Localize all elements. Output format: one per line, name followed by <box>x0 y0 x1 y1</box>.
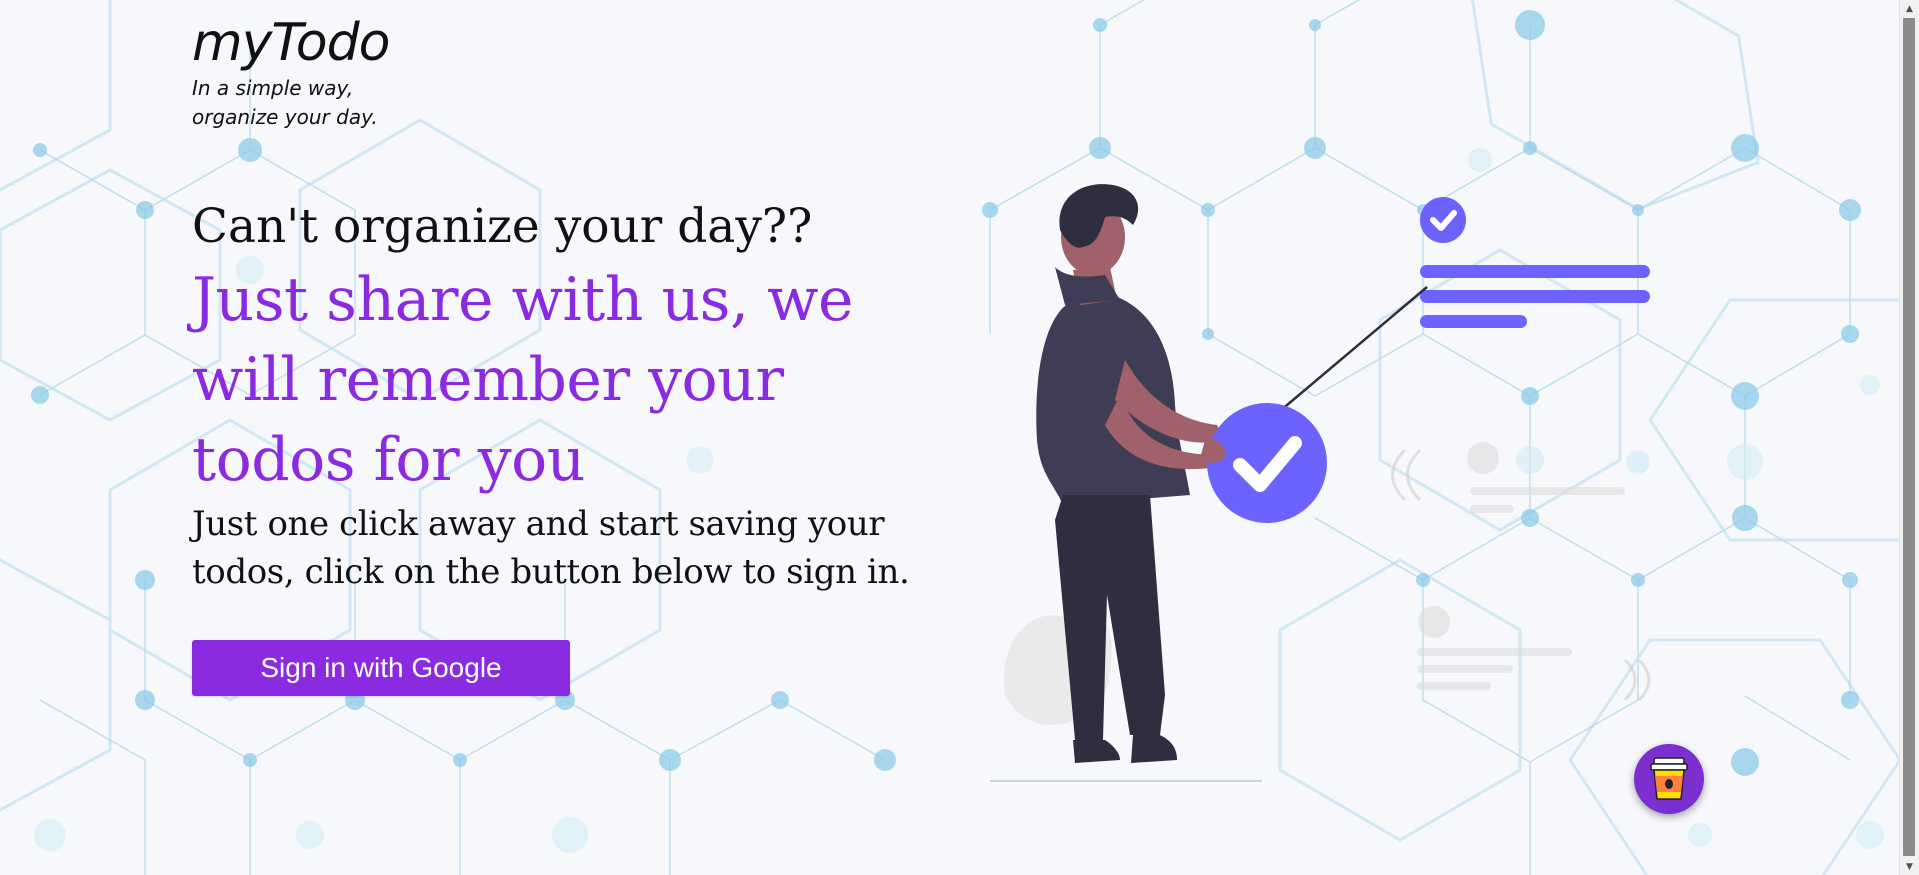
scroll-down-arrow-icon[interactable]: ▼ <box>1900 858 1919 875</box>
hero-question: Can't organize your day?? <box>192 199 813 254</box>
connector-line <box>1279 286 1428 412</box>
hero-subtext: Just one click away and start saving you… <box>192 504 910 592</box>
todo-illustration <box>990 184 1651 782</box>
landing-page: myTodo In a simple way, organize your da… <box>0 0 1919 875</box>
task-list-lines <box>1420 265 1650 328</box>
scrollbar-thumb[interactable] <box>1903 18 1915 856</box>
hero-section: Can't organize your day?? Just share wit… <box>192 196 972 596</box>
sign-in-with-google-button[interactable]: Sign in with Google <box>192 640 570 696</box>
vertical-scrollbar[interactable]: ▲ ▼ <box>1899 0 1919 875</box>
hero-headline: Just share with us, we will remember you… <box>192 265 853 495</box>
faded-list-card <box>1391 442 1625 513</box>
large-check-circle-icon <box>1207 403 1327 523</box>
coffee-cup-icon <box>1650 757 1688 800</box>
brand-title: myTodo <box>192 13 390 73</box>
brand: myTodo In a simple way, organize your da… <box>192 12 392 132</box>
small-check-icon <box>1420 197 1466 243</box>
scroll-up-arrow-icon[interactable]: ▲ <box>1900 0 1919 17</box>
faded-list-card-2 <box>1417 606 1651 702</box>
brand-tagline: In a simple way, organize your day. <box>192 76 378 129</box>
buy-me-a-coffee-button[interactable] <box>1634 744 1704 814</box>
